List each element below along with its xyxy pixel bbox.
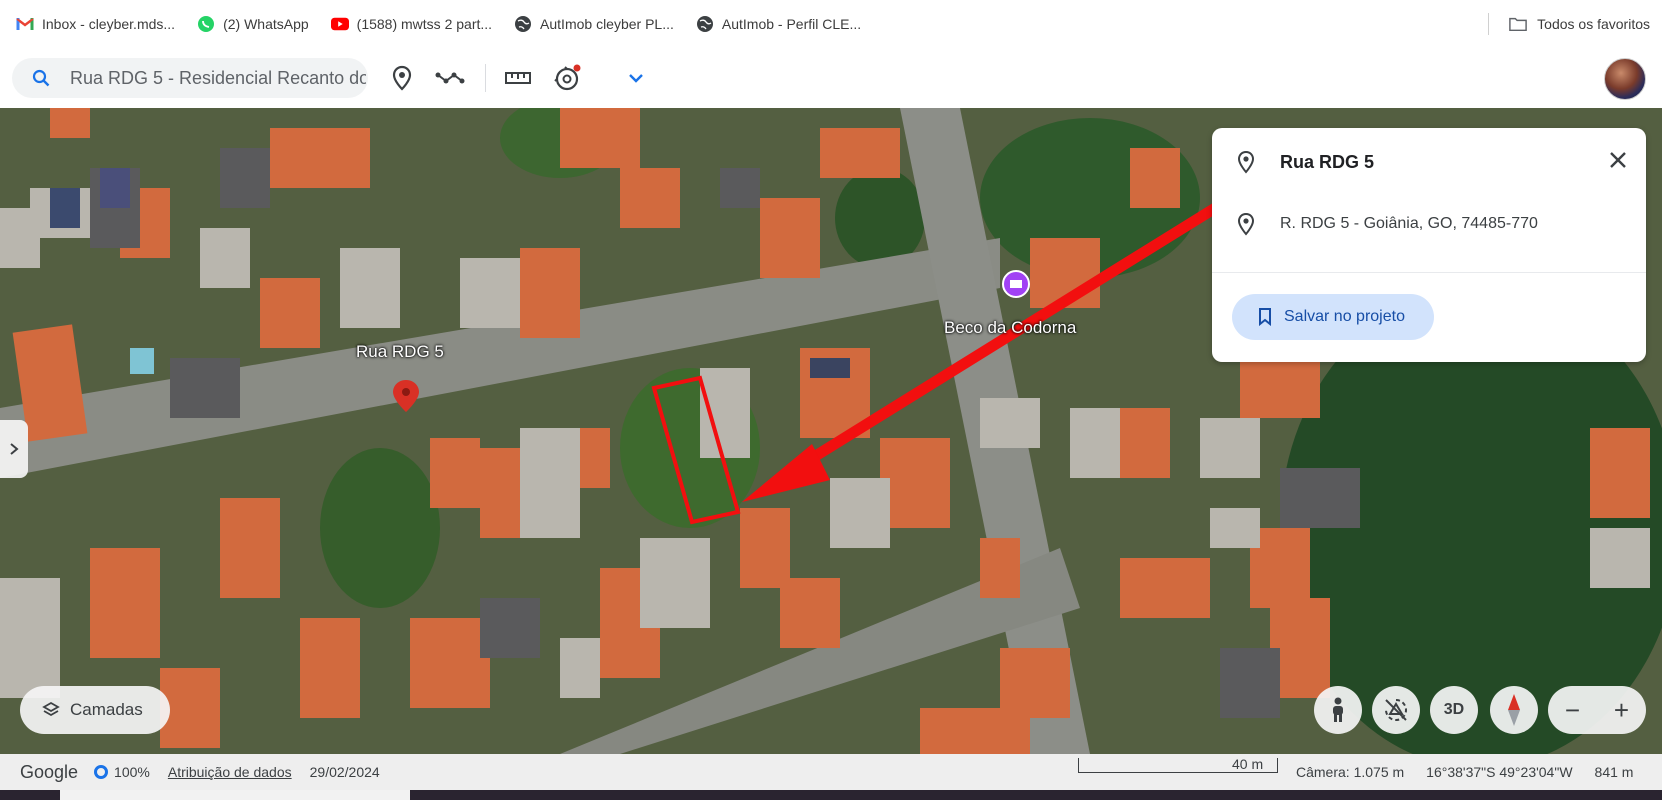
chevron-down-icon [629,74,643,83]
bookmarks-bar: Inbox - cleyber.mds... (2) WhatsApp (158… [0,0,1662,49]
bookmark-label: AutImob cleyber PL... [540,16,674,32]
place-address: R. RDG 5 - Goiânia, GO, 74485-770 [1280,215,1538,232]
bookmark-inbox[interactable]: Inbox - cleyber.mds... [16,15,175,33]
save-to-project-button[interactable]: Salvar no projeto [1232,294,1434,340]
info-title-row: Rua RDG 5 [1236,150,1374,174]
layers-icon [42,701,60,717]
status-bar: Google 100% Atribuição de dados 29/02/20… [0,754,1662,790]
3d-label: 3D [1443,701,1465,718]
camera-altitude: Câmera: 1.075 m [1296,764,1405,780]
place-info-panel: Rua RDG 5 R. RDG 5 - Goiânia, GO, 74485-… [1212,128,1646,362]
placemark-icon [1237,150,1255,174]
scale-label: 40 m [1232,756,1264,772]
chevron-right-icon [10,443,19,455]
globe-icon [696,15,714,33]
taskbar-segment [60,790,410,800]
elevation: 841 m [1594,764,1634,780]
gmail-icon [16,15,34,33]
coordinates: 16°38'37"S 49°23'04"W [1426,764,1573,780]
ruler-icon [505,72,531,84]
youtube-icon [330,15,349,33]
3d-button[interactable]: 3D [1430,686,1478,734]
loading-ring-icon [94,765,109,779]
avatar[interactable] [1604,58,1646,100]
taskbar-strip [0,790,1662,800]
search-icon [32,69,50,87]
add-placemark-button[interactable] [386,62,418,94]
zoom-controls: − + [1548,686,1646,734]
layers-button[interactable]: Camadas [20,686,170,734]
tilt-toggle-button[interactable] [1372,686,1420,734]
info-address-row: R. RDG 5 - Goiânia, GO, 74485-770 [1236,212,1538,236]
placemark-icon [392,65,412,91]
history-icon [554,64,581,91]
zoom-out-button[interactable]: − [1548,686,1597,734]
all-bookmarks[interactable]: Todos os favoritos [1488,0,1650,48]
path-icon [435,72,465,84]
bookmark-youtube[interactable]: (1588) mwtss 2 part... [330,15,493,33]
street-label: Rua RDG 5 [356,342,444,361]
all-bookmarks-label: Todos os favoritos [1537,16,1650,32]
pegman-icon [1333,697,1343,722]
compass-icon [1508,694,1520,726]
measure-button[interactable] [502,62,534,94]
close-icon [1610,152,1626,168]
imagery-date: 29/02/2024 [309,764,380,780]
placemark-icon [1237,212,1255,236]
bookmark-whatsapp[interactable]: (2) WhatsApp [197,15,309,33]
historical-imagery-button[interactable] [552,62,584,94]
bookmark-label: Inbox - cleyber.mds... [42,16,176,32]
google-logo: Google [20,761,79,782]
search-input[interactable] [68,66,368,90]
load-percent: 100% [114,764,150,780]
street-view-button[interactable] [1314,686,1362,734]
zoom-in-button[interactable]: + [1597,686,1646,734]
save-label: Salvar no projeto [1284,308,1405,325]
data-attribution-link[interactable]: Atribuição de dados [168,764,292,780]
whatsapp-icon [197,15,215,33]
bookmark-icon [1259,308,1271,326]
bookmark-label: (1588) mwtss 2 part... [356,16,493,32]
compass-button[interactable] [1490,686,1538,734]
globe-icon [514,15,532,33]
side-panel-toggle[interactable] [0,420,28,478]
divider [1212,272,1646,273]
layers-label: Camadas [70,700,143,719]
bookmark-autimob-perfil[interactable]: AutImob - Perfil CLE... [696,15,861,33]
add-path-button[interactable] [434,62,466,94]
more-tools-button[interactable] [620,62,652,94]
status-right: Câmera: 1.075 m 16°38'37"S 49°23'04"W 84… [1296,754,1633,790]
bookmark-label: (2) WhatsApp [223,16,309,32]
bookmark-autimob-pl[interactable]: AutImob cleyber PL... [514,15,674,33]
tilt-off-icon [1385,699,1407,721]
folder-icon [1509,15,1527,33]
notification-dot [573,64,581,72]
bookmark-label: AutImob - Perfil CLE... [721,16,862,32]
place-label: Beco da Codorna [944,318,1077,337]
place-title: Rua RDG 5 [1280,151,1375,172]
search-box[interactable] [12,58,368,98]
close-button[interactable] [1604,146,1632,174]
toolbar-divider [485,64,486,92]
earth-toolbar [0,48,1662,109]
divider [1488,13,1490,35]
